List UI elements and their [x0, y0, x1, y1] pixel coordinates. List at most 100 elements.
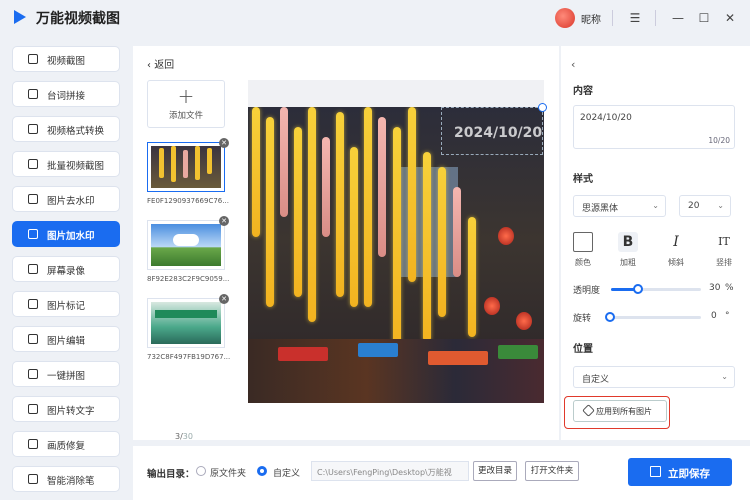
sidebar-item-label: 智能消除笔 — [47, 476, 95, 487]
file-thumbnail[interactable]: ✕ — [147, 138, 229, 192]
sidebar-item-label: 图片标记 — [47, 301, 86, 312]
sidebar-item-image-edit[interactable]: 图片编辑 — [12, 326, 120, 352]
position-value: 自定义 — [582, 375, 610, 385]
file-name: 8F92E283C2F9C9059... — [147, 275, 230, 283]
repair-icon — [28, 439, 38, 449]
counter-current: 3/ — [175, 432, 183, 441]
position-select[interactable]: 自定义 ⌄ — [573, 366, 735, 388]
radio-original-folder[interactable] — [196, 466, 206, 476]
sidebar-item-label: 视频截图 — [47, 56, 86, 67]
radio-custom-folder[interactable] — [257, 466, 267, 476]
custom-folder-label[interactable]: 自定义 — [273, 466, 300, 479]
sidebar-item-label: 屏幕录像 — [47, 266, 86, 277]
sidebar-item-label: 图片去水印 — [47, 196, 95, 207]
plus-icon: + — [177, 84, 195, 108]
minimize-icon[interactable]: — — [668, 8, 688, 28]
chevron-down-icon: ⌄ — [717, 201, 724, 210]
app-title: 万能视频截图 — [36, 11, 120, 27]
highlight-annotation — [564, 396, 670, 429]
remove-file-icon[interactable]: ✕ — [219, 216, 229, 226]
add-file-button[interactable]: + 添加文件 — [147, 80, 225, 128]
watermark-resize-handle[interactable] — [538, 103, 547, 112]
sidebar-item-label: 图片编辑 — [47, 336, 86, 347]
rotate-slider-knob[interactable] — [605, 312, 615, 322]
color-label: 颜色 — [575, 258, 591, 267]
output-path-field[interactable]: C:\Users\FengPing\Desktop\万能视 — [311, 461, 469, 481]
vertical-text-button[interactable]: IT — [714, 232, 734, 252]
sidebar-item-remove-watermark[interactable]: 图片去水印 — [12, 186, 120, 212]
close-icon[interactable]: ✕ — [720, 8, 740, 28]
open-folder-button[interactable]: 打开文件夹 — [525, 461, 579, 481]
title-separator — [612, 10, 613, 26]
sidebar-item-batch-screenshot[interactable]: 批量视频截图 — [12, 151, 120, 177]
back-label: 返回 — [154, 60, 175, 71]
sidebar: 视频截图 台词拼接 视频格式转换 批量视频截图 图片去水印 图片加水印 屏幕录像… — [0, 40, 132, 500]
sidebar-item-label: 画质修复 — [47, 441, 86, 452]
content-heading: 内容 — [573, 86, 593, 97]
sidebar-item-format-convert[interactable]: 视频格式转换 — [12, 116, 120, 142]
avatar[interactable] — [555, 8, 575, 28]
original-folder-label[interactable]: 原文件夹 — [210, 466, 246, 479]
italic-button[interactable]: I — [666, 232, 686, 252]
color-button[interactable] — [573, 232, 593, 252]
sidebar-item-label: 一键拼图 — [47, 371, 86, 382]
rotate-slider[interactable] — [611, 316, 701, 319]
sidebar-item-add-watermark[interactable]: 图片加水印 — [12, 221, 120, 247]
font-value: 思源黑体 — [582, 204, 619, 214]
chevron-down-icon: ⌄ — [721, 372, 728, 381]
file-counter: 3/30 — [175, 432, 193, 441]
char-counter: 10/20 — [708, 136, 730, 145]
nickname-label[interactable]: 昵称 — [581, 11, 601, 26]
remove-file-icon[interactable]: ✕ — [219, 294, 229, 304]
bold-button[interactable]: B — [618, 232, 638, 252]
position-heading: 位置 — [573, 344, 593, 355]
font-select[interactable]: 思源黑体 ⌄ — [573, 195, 666, 217]
sidebar-item-label: 图片转文字 — [47, 406, 95, 417]
thumbnail-image — [151, 146, 221, 188]
sidebar-item-quality-repair[interactable]: 画质修复 — [12, 431, 120, 457]
image-preview: 2024/10/20 — [248, 80, 547, 403]
opacity-value: 30 — [709, 283, 721, 293]
font-size-select[interactable]: 20 ⌄ — [679, 195, 731, 217]
sidebar-item-image-mark[interactable]: 图片标记 — [12, 291, 120, 317]
opacity-slider[interactable] — [611, 288, 701, 291]
add-file-label: 添加文件 — [168, 111, 203, 121]
sidebar-item-label: 图片加水印 — [47, 231, 95, 242]
change-dir-button[interactable]: 更改目录 — [473, 461, 517, 481]
output-dir-label: 输出目录： — [147, 469, 195, 480]
watermark-text[interactable]: 2024/10/20 — [454, 125, 542, 141]
sidebar-item-subtitle-stitch[interactable]: 台词拼接 — [12, 81, 120, 107]
edit-icon — [28, 334, 38, 344]
maximize-icon[interactable]: ☐ — [694, 8, 714, 28]
opacity-slider-knob[interactable] — [633, 284, 643, 294]
sidebar-item-video-screenshot[interactable]: 视频截图 — [12, 46, 120, 72]
opacity-unit: % — [725, 283, 734, 293]
mark-icon — [28, 299, 38, 309]
counter-total: 30 — [182, 432, 193, 441]
watermark-content-input[interactable]: 2024/10/20 10/20 — [573, 105, 735, 149]
back-button[interactable]: ‹ 返回 — [147, 56, 174, 71]
sidebar-item-screen-record[interactable]: 屏幕录像 — [12, 256, 120, 282]
sidebar-item-image-to-text[interactable]: 图片转文字 — [12, 396, 120, 422]
batch-icon — [28, 159, 38, 169]
bold-label: 加粗 — [620, 258, 636, 267]
save-now-button[interactable]: 立即保存 — [628, 458, 732, 486]
text-icon — [28, 404, 38, 414]
collapse-panel-icon[interactable]: ‹ — [571, 58, 575, 71]
chevron-down-icon: ⌄ — [652, 201, 659, 210]
sidebar-item-smart-eraser[interactable]: 智能消除笔 — [12, 466, 120, 492]
opacity-label: 透明度 — [573, 286, 601, 296]
eraser-icon — [28, 194, 38, 204]
collage-icon — [28, 369, 38, 379]
menu-icon[interactable]: ☰ — [625, 8, 645, 28]
record-icon — [28, 264, 38, 274]
content-value: 2024/10/20 — [580, 113, 632, 123]
file-thumbnail[interactable]: ✕ — [147, 294, 229, 348]
file-thumbnail[interactable]: ✕ — [147, 216, 229, 270]
file-name: FE0F1290937669C76... — [147, 197, 229, 205]
main-panel: ‹ 返回 + 添加文件 ✕ FE0F1290937669C76... ✕ 8F9… — [133, 46, 559, 441]
sidebar-item-collage[interactable]: 一键拼图 — [12, 361, 120, 387]
size-value: 20 — [688, 201, 700, 211]
remove-file-icon[interactable]: ✕ — [219, 138, 229, 148]
settings-panel: ‹ 内容 2024/10/20 10/20 样式 思源黑体 ⌄ 20 ⌄ 颜色 … — [561, 46, 750, 440]
